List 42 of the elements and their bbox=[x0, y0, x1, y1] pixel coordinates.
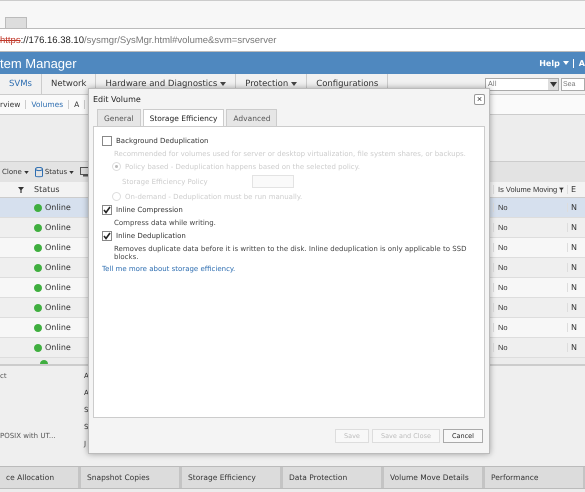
table-cell: N bbox=[567, 283, 585, 292]
app-title: tem Manager bbox=[0, 56, 77, 70]
close-button[interactable]: × bbox=[474, 94, 485, 104]
table-cell: Online bbox=[45, 283, 71, 292]
column-header[interactable]: E bbox=[567, 185, 585, 194]
checkbox[interactable] bbox=[102, 231, 112, 241]
caret-icon bbox=[562, 61, 569, 65]
table-cell: Online bbox=[45, 303, 71, 312]
table-cell: N bbox=[567, 203, 585, 212]
table-cell: N bbox=[567, 223, 585, 232]
table-cell: Online bbox=[45, 343, 71, 352]
table-cell: N bbox=[567, 303, 585, 312]
table-cell: Online bbox=[45, 203, 71, 212]
status-dot-icon bbox=[34, 344, 42, 352]
status-dot-icon bbox=[34, 224, 42, 232]
table-cell: N bbox=[567, 323, 585, 332]
help-menu[interactable]: Help bbox=[539, 58, 574, 68]
database-icon bbox=[34, 166, 43, 178]
checkbox[interactable] bbox=[102, 205, 112, 215]
status-dot-icon bbox=[34, 324, 42, 332]
user-menu[interactable]: A bbox=[578, 58, 585, 68]
caret-icon bbox=[69, 170, 74, 174]
caret-icon bbox=[24, 170, 29, 174]
filter-icon[interactable] bbox=[559, 186, 564, 192]
address-bar[interactable]: https://176.16.38.10/sysmgr/SysMgr.html#volume&svm=srvserver bbox=[0, 28, 585, 52]
caret-icon bbox=[550, 82, 556, 86]
table-cell: Online bbox=[45, 223, 71, 232]
status-dot-icon bbox=[34, 284, 42, 292]
status-dot-icon bbox=[34, 304, 42, 312]
nav-tab[interactable]: SVMs bbox=[0, 74, 42, 94]
status-dot-icon bbox=[34, 204, 42, 212]
filter-icon[interactable] bbox=[18, 186, 24, 192]
table-cell: N bbox=[567, 343, 585, 352]
checkbox[interactable] bbox=[102, 136, 112, 146]
dialog-title: Edit Volume bbox=[93, 94, 141, 104]
table-cell: Online bbox=[45, 243, 71, 252]
status-dot-icon bbox=[34, 244, 42, 252]
table-cell: N bbox=[567, 243, 585, 252]
status-dot-icon bbox=[34, 264, 42, 272]
table-cell: Online bbox=[45, 323, 71, 332]
table-cell: N bbox=[567, 263, 585, 272]
table-cell: Online bbox=[45, 263, 71, 272]
